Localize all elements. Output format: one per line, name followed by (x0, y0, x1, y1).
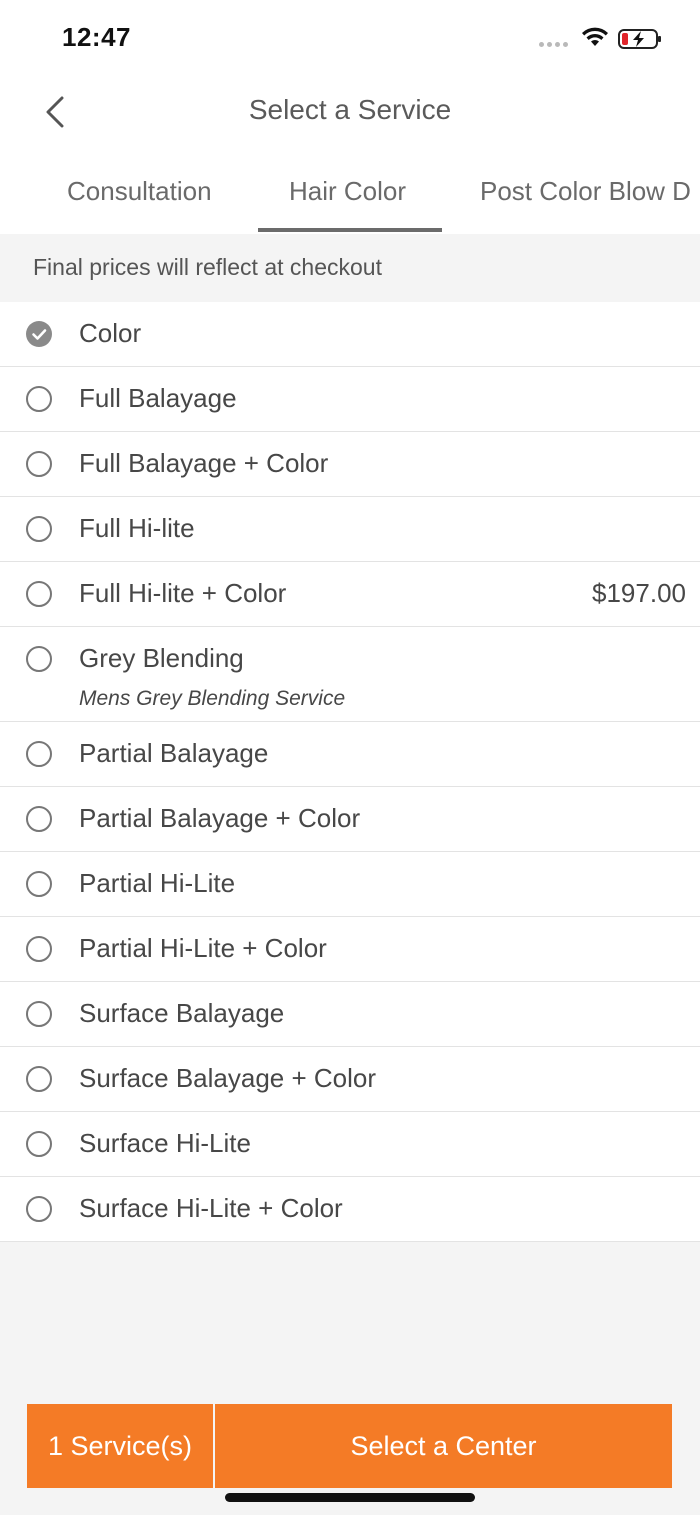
service-name: Full Balayage + Color (79, 448, 329, 478)
service-name: Surface Balayage + Color (79, 1063, 377, 1093)
radio-unchecked-icon[interactable] (26, 806, 52, 832)
radio-unchecked-icon[interactable] (26, 741, 52, 767)
service-price: $197.00 (592, 578, 686, 608)
radio-unchecked-icon[interactable] (26, 646, 52, 672)
radio-unchecked-icon[interactable] (26, 936, 52, 962)
service-name: Full Hi-lite (79, 513, 195, 543)
category-tabs: Consultation Hair Color Post Color Blow … (0, 154, 700, 234)
radio-unchecked-icon[interactable] (26, 871, 52, 897)
service-row[interactable]: Surface Balayage (0, 982, 700, 1047)
radio-unchecked-icon[interactable] (26, 451, 52, 477)
select-center-button[interactable]: Select a Center (215, 1404, 672, 1488)
home-indicator (225, 1493, 475, 1502)
service-row[interactable]: Partial Balayage + Color (0, 787, 700, 852)
nav-bar: Select a Service (0, 80, 700, 154)
service-name: Full Balayage (79, 383, 237, 413)
service-row[interactable]: Partial Hi-Lite + Color (0, 917, 700, 982)
service-row[interactable]: Full Balayage + Color (0, 432, 700, 497)
service-row[interactable]: Partial Balayage (0, 722, 700, 787)
service-row[interactable]: Surface Balayage + Color (0, 1047, 700, 1112)
radio-unchecked-icon[interactable] (26, 516, 52, 542)
service-name: Grey Blending (79, 643, 244, 673)
radio-unchecked-icon[interactable] (26, 581, 52, 607)
active-tab-indicator (258, 228, 442, 232)
status-time: 12:47 (62, 22, 131, 52)
battery-charging-icon (618, 29, 661, 49)
service-name: Surface Hi-Lite (79, 1128, 251, 1158)
cellular-signal-icon (539, 42, 571, 48)
radio-unchecked-icon[interactable] (26, 386, 52, 412)
service-row[interactable]: Full Hi-lite + Color $197.00 (0, 562, 700, 627)
service-name: Full Hi-lite + Color (79, 578, 287, 608)
price-notice: Final prices will reflect at checkout (0, 234, 700, 302)
tab-hair-color[interactable]: Hair Color (289, 176, 406, 207)
status-bar: 12:47 (0, 0, 700, 80)
radio-unchecked-icon[interactable] (26, 1066, 52, 1092)
service-name: Color (79, 318, 142, 348)
selected-services-count-button[interactable]: 1 Service(s) (27, 1404, 213, 1488)
service-row[interactable]: Grey Blending Mens Grey Blending Service (0, 627, 700, 722)
service-description: Mens Grey Blending Service (79, 687, 346, 710)
service-name: Partial Hi-Lite + Color (79, 933, 327, 963)
service-row[interactable]: Surface Hi-Lite (0, 1112, 700, 1177)
page-title: Select a Service (248, 94, 452, 125)
service-name: Surface Hi-Lite + Color (79, 1193, 343, 1223)
service-list: Color Full Balayage Full Balayage + Color F… (0, 302, 700, 1242)
service-name: Partial Balayage (79, 738, 269, 768)
radio-unchecked-icon[interactable] (26, 1001, 52, 1027)
wifi-icon (582, 27, 608, 46)
service-row[interactable]: Surface Hi-Lite + Color (0, 1177, 700, 1242)
radio-unchecked-icon[interactable] (26, 1196, 52, 1222)
service-row[interactable]: Full Balayage (0, 367, 700, 432)
service-row[interactable]: Color (0, 302, 700, 367)
service-row[interactable]: Partial Hi-Lite (0, 852, 700, 917)
service-name: Partial Hi-Lite (79, 868, 236, 898)
service-name: Surface Balayage (79, 998, 285, 1028)
service-row[interactable]: Full Hi-lite (0, 497, 700, 562)
radio-checked-icon[interactable] (26, 321, 52, 347)
service-name: Partial Balayage + Color (79, 803, 361, 833)
tab-consultation[interactable]: Consultation (67, 176, 212, 207)
radio-unchecked-icon[interactable] (26, 1131, 52, 1157)
tab-post-color-blow-dry[interactable]: Post Color Blow D (480, 176, 691, 207)
price-notice-text: Final prices will reflect at checkout (33, 254, 382, 280)
